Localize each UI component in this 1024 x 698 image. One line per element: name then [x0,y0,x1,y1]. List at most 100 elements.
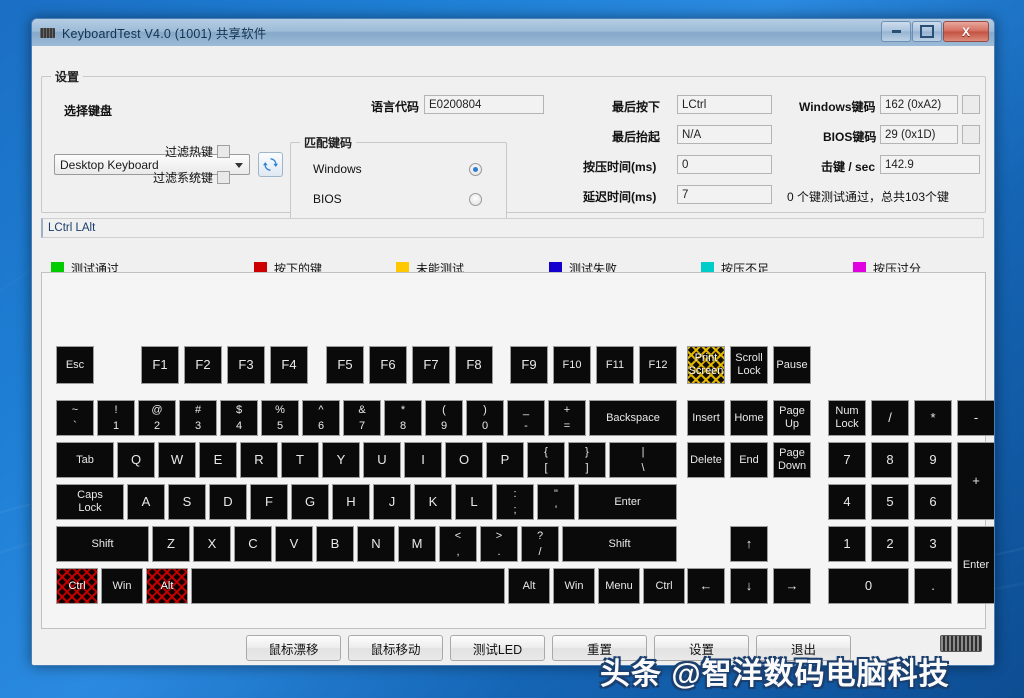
key-keyx[interactable]: X [193,526,231,562]
key-esc[interactable]: Esc [56,346,94,384]
key-keyv[interactable]: V [275,526,313,562]
test-led-button[interactable]: 测试LED [450,635,545,661]
key-shift-left[interactable]: Shift [56,526,149,562]
key-quote[interactable]: " ' [537,484,575,520]
key-ctrl-left[interactable]: Ctrl [56,568,98,604]
key-keyr[interactable]: R [240,442,278,478]
mouse-move-button[interactable]: 鼠标移动 [348,635,443,661]
key-arrow-up[interactable]: ↑ [730,526,768,562]
key-keyj[interactable]: J [373,484,411,520]
mouse-drift-button[interactable]: 鼠标漂移 [246,635,341,661]
key-bracket-right[interactable]: }] [568,442,606,478]
key-f10[interactable]: F10 [553,346,591,384]
key-keyn[interactable]: N [357,526,395,562]
key-end[interactable]: End [730,442,768,478]
key-numpad0[interactable]: 0 [828,568,909,604]
key-backslash[interactable]: | \ [609,442,677,478]
key-backquote[interactable]: ~ ` [56,400,94,436]
key-keyp[interactable]: P [486,442,524,478]
key-menu[interactable]: Menu [598,568,640,604]
key-digit6[interactable]: ^ 6 [302,400,340,436]
key-semicolon[interactable]: :; [496,484,534,520]
key-enter[interactable]: Enter [578,484,677,520]
key-keyy[interactable]: Y [322,442,360,478]
key-f3[interactable]: F3 [227,346,265,384]
key-keyl[interactable]: L [455,484,493,520]
key-page-down[interactable]: Page Down [773,442,811,478]
key-numpad4[interactable]: 4 [828,484,866,520]
key-digit3[interactable]: #3 [179,400,217,436]
key-pause[interactable]: Pause [773,346,811,384]
filter-hotkey-checkbox[interactable] [217,145,231,158]
key-digit7[interactable]: & 7 [343,400,381,436]
key-page-up[interactable]: Page Up [773,400,811,436]
key-ctrl-right[interactable]: Ctrl [643,568,685,604]
key-keyb[interactable]: B [316,526,354,562]
key-keye[interactable]: E [199,442,237,478]
key-keyg[interactable]: G [291,484,329,520]
key-keyf[interactable]: F [250,484,288,520]
key-numpad5[interactable]: 5 [871,484,909,520]
key-numpad-multiply[interactable]: * [914,400,952,436]
lang-code-field[interactable]: E0200804 [424,95,544,114]
key-numpad-subtract[interactable]: - [957,400,994,436]
key-keyi[interactable]: I [404,442,442,478]
key-digit4[interactable]: $4 [220,400,258,436]
key-f9[interactable]: F9 [510,346,548,384]
filter-hotkey-row[interactable]: 过滤热键 [165,143,231,160]
key-arrow-left[interactable]: ← [687,568,725,604]
key-backspace[interactable]: Backspace [589,400,677,436]
radio-windows[interactable] [469,163,482,176]
key-minus[interactable]: _ - [507,400,545,436]
key-digit8[interactable]: * 8 [384,400,422,436]
key-comma[interactable]: <, [439,526,477,562]
key-num-lock[interactable]: Num Lock [828,400,866,436]
key-keyk[interactable]: K [414,484,452,520]
key-f12[interactable]: F12 [639,346,677,384]
radio-bios[interactable] [469,193,482,206]
key-numpad1[interactable]: 1 [828,526,866,562]
key-delete[interactable]: Delete [687,442,725,478]
key-keyw[interactable]: W [158,442,196,478]
key-numpad-divide[interactable]: / [871,400,909,436]
key-f4[interactable]: F4 [270,346,308,384]
key-numpad-decimal[interactable]: . [914,568,952,604]
key-numpad3[interactable]: 3 [914,526,952,562]
key-numpad-add[interactable]: + [957,442,994,520]
refresh-button[interactable] [258,152,283,177]
key-win-left[interactable]: Win [101,568,143,604]
key-digit1[interactable]: ! 1 [97,400,135,436]
key-keyc[interactable]: C [234,526,272,562]
close-button[interactable]: X [943,21,989,42]
key-keya[interactable]: A [127,484,165,520]
key-numpad-enter[interactable]: Enter [957,526,994,604]
maximize-button[interactable] [912,21,942,42]
key-space[interactable] [191,568,505,604]
key-keyh[interactable]: H [332,484,370,520]
key-keyt[interactable]: T [281,442,319,478]
key-numpad8[interactable]: 8 [871,442,909,478]
key-f8[interactable]: F8 [455,346,493,384]
key-keys[interactable]: S [168,484,206,520]
key-scroll-lock[interactable]: Scroll Lock [730,346,768,384]
key-digit9[interactable]: (9 [425,400,463,436]
title-bar[interactable]: KeyboardTest V4.0 (1001) 共享软件 X [32,19,994,47]
key-bracket-left[interactable]: {[ [527,442,565,478]
key-f1[interactable]: F1 [141,346,179,384]
key-keym[interactable]: M [398,526,436,562]
key-print-screen[interactable]: Print Screen [687,346,725,384]
key-keyq[interactable]: Q [117,442,155,478]
key-slash[interactable]: ? / [521,526,559,562]
key-alt-left[interactable]: Alt [146,568,188,604]
key-tab[interactable]: Tab [56,442,114,478]
key-shift-right[interactable]: Shift [562,526,677,562]
filter-syskey-row[interactable]: 过滤系统键 [153,169,231,186]
key-arrow-down[interactable]: ↓ [730,568,768,604]
key-f7[interactable]: F7 [412,346,450,384]
key-caps-lock[interactable]: Caps Lock [56,484,124,520]
key-arrow-right[interactable]: → [773,568,811,604]
key-home[interactable]: Home [730,400,768,436]
key-digit2[interactable]: @2 [138,400,176,436]
filter-syskey-checkbox[interactable] [217,171,231,184]
key-numpad9[interactable]: 9 [914,442,952,478]
